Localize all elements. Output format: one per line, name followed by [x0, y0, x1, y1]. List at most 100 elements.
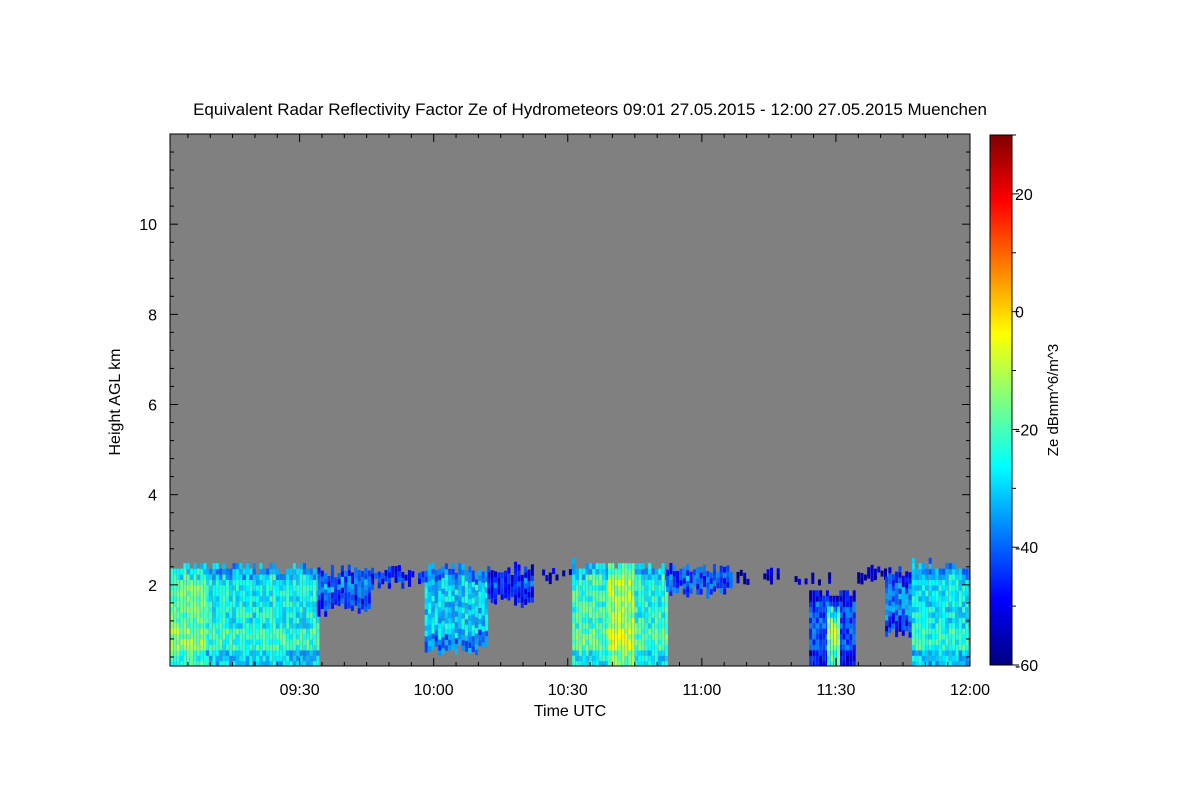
ze-cell: [313, 649, 316, 656]
ze-cell: [272, 584, 276, 591]
ze-cell: [592, 563, 596, 570]
ze-cell: [908, 593, 912, 600]
ze-cell: [948, 579, 952, 586]
ze-cell: [235, 655, 239, 662]
ze-cell: [252, 584, 256, 591]
ze-cell: [212, 563, 216, 570]
ze-cell: [621, 584, 625, 591]
ze-cell: [911, 574, 915, 580]
ze-cell: [176, 568, 180, 575]
ze-cell: [454, 648, 458, 655]
ze-cell: [441, 577, 445, 584]
ze-cell: [309, 633, 313, 640]
ze-cell: [578, 617, 582, 624]
ze-cell: [699, 572, 703, 579]
ze-cell: [945, 644, 949, 651]
ze-cell: [286, 622, 290, 629]
ze-cell: [276, 622, 280, 629]
ze-cell: [915, 568, 919, 575]
ze-cell: [428, 591, 432, 598]
ze-cell: [313, 584, 316, 591]
ze-cell: [628, 590, 632, 597]
ze-cell: [582, 649, 586, 656]
ze-cell: [669, 573, 673, 580]
ze-cell: [193, 622, 197, 629]
ze-cell: [186, 628, 190, 635]
ze-cell: [935, 601, 939, 608]
ze-cell: [599, 584, 603, 591]
ze-cell: [520, 574, 524, 581]
ze-cell: [272, 644, 276, 651]
ze-cell: [497, 583, 501, 590]
ze-cell: [835, 595, 839, 602]
ze-cell: [592, 584, 596, 591]
colorbar-tick-label: -40: [1015, 540, 1038, 557]
y-axis-label: Height AGL km: [107, 348, 124, 455]
ze-cell: [654, 617, 658, 624]
ze-cell: [235, 649, 239, 656]
ze-cell: [644, 606, 648, 613]
ze-cell: [215, 595, 219, 602]
ze-cell: [648, 638, 652, 645]
ze-cell: [726, 576, 730, 583]
ze-cell: [602, 579, 606, 586]
ze-cell: [485, 641, 489, 647]
ze-cell: [235, 633, 239, 640]
ze-cell: [252, 622, 256, 629]
ze-cell: [296, 574, 300, 580]
ze-cell: [614, 611, 618, 618]
ze-cell: [628, 655, 632, 662]
ze-cell: [628, 628, 632, 635]
ze-cell: [282, 590, 286, 597]
ze-cell: [955, 655, 959, 662]
ze-cell: [958, 649, 962, 656]
ze-cell: [200, 595, 204, 602]
ze-cell: [306, 655, 310, 662]
ze-cell: [434, 591, 438, 598]
ze-cell: [692, 569, 696, 576]
ze-cell: [475, 649, 478, 656]
ze-cell: [599, 644, 603, 651]
ze-cell: [578, 574, 582, 580]
ze-cell: [585, 638, 589, 645]
ze-cell: [592, 568, 596, 575]
ze-cell: [286, 628, 290, 635]
ze-cell: [614, 633, 618, 640]
ze-cell: [249, 644, 253, 651]
colorbar-tick-label: -20: [1015, 422, 1038, 439]
ze-cell: [222, 617, 226, 624]
ze-cell: [661, 655, 665, 662]
ze-cell: [665, 633, 668, 640]
ze-cell: [259, 574, 263, 580]
ze-cell: [572, 584, 576, 591]
ze-cell: [242, 649, 246, 656]
ze-cell: [833, 638, 837, 645]
ze-cell: [965, 611, 969, 618]
ze-cell: [451, 563, 455, 569]
echo-region: [572, 557, 609, 666]
ze-cell: [259, 644, 263, 651]
ze-cell: [611, 590, 615, 597]
ze-cell: [618, 584, 621, 591]
ze-cell: [918, 638, 922, 645]
ze-cell: [965, 622, 969, 629]
ze-cell: [703, 575, 706, 582]
ze-cell: [173, 649, 177, 656]
ze-cell: [614, 590, 618, 597]
ze-cell: [229, 568, 233, 575]
ze-cell: [232, 649, 236, 656]
ze-cell: [641, 617, 645, 624]
ze-cell: [209, 590, 213, 597]
ze-cell: [618, 601, 621, 608]
ze-cell: [209, 606, 213, 613]
ze-cell: [320, 592, 324, 599]
ze-cell: [504, 581, 508, 588]
ze-cell: [485, 603, 489, 610]
ze-cell: [276, 595, 280, 602]
ze-cell: [925, 606, 929, 613]
ze-cell: [193, 606, 197, 613]
ze-cell: [344, 597, 348, 604]
ze-cell: [891, 579, 895, 586]
ze-cell: [828, 577, 832, 584]
ze-cell: [589, 606, 592, 613]
